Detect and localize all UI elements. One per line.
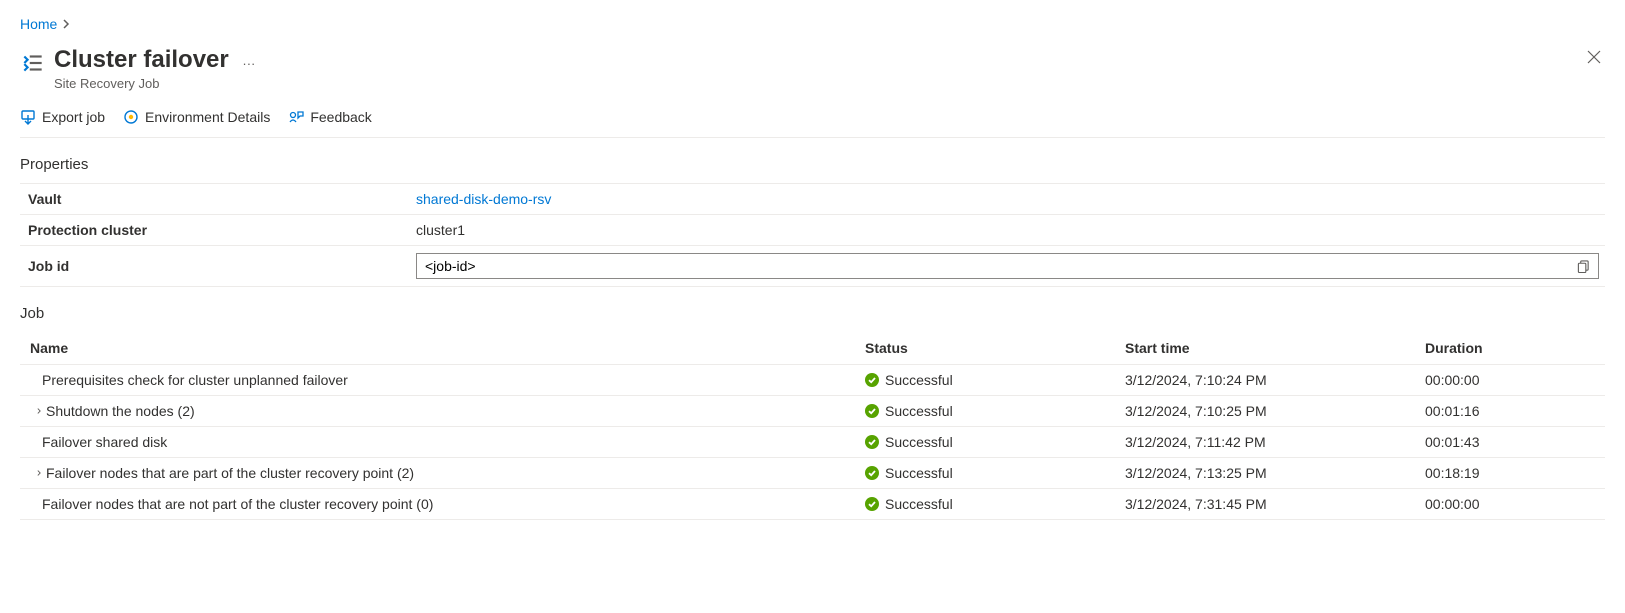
success-icon — [865, 497, 879, 511]
page-subtitle: Site Recovery Job — [54, 76, 255, 91]
success-icon — [865, 404, 879, 418]
table-row: Prerequisites check for cluster unplanne… — [20, 365, 1605, 396]
properties-table: Vault shared-disk-demo-rsv Protection cl… — [20, 183, 1605, 287]
job-step-status: Successful — [885, 465, 953, 481]
page-header: Cluster failover ··· Site Recovery Job — [20, 46, 1605, 91]
success-icon — [865, 435, 879, 449]
job-step-status: Successful — [885, 496, 953, 512]
job-step-duration: 00:01:43 — [1425, 434, 1605, 450]
job-step-name: Failover nodes that are part of the clus… — [46, 465, 414, 481]
job-step-status: Successful — [885, 403, 953, 419]
export-job-button[interactable]: Export job — [20, 109, 105, 125]
col-start-header: Start time — [1125, 340, 1425, 356]
table-row: Failover shared disk Successful 3/12/2024,… — [20, 427, 1605, 458]
job-step-name: Shutdown the nodes (2) — [46, 403, 195, 419]
table-row: Shutdown the nodes (2) Successful 3/12/202… — [20, 396, 1605, 427]
job-heading: Job — [20, 305, 1605, 322]
protection-cluster-label: Protection cluster — [26, 222, 416, 238]
col-name-header: Name — [20, 340, 865, 356]
feedback-label: Feedback — [310, 109, 371, 125]
job-table-header: Name Status Start time Duration — [20, 332, 1605, 365]
chevron-right-icon[interactable] — [30, 405, 42, 417]
job-step-start: 3/12/2024, 7:10:24 PM — [1125, 372, 1425, 388]
vault-link[interactable]: shared-disk-demo-rsv — [416, 191, 551, 207]
breadcrumb: Home — [20, 16, 1605, 32]
col-status-header: Status — [865, 340, 1125, 356]
job-step-start: 3/12/2024, 7:11:42 PM — [1125, 434, 1425, 450]
feedback-button[interactable]: Feedback — [288, 109, 371, 125]
job-step-status: Successful — [885, 372, 953, 388]
page-title: Cluster failover — [54, 46, 229, 74]
success-icon — [865, 373, 879, 387]
table-row: Failover nodes that are not part of the … — [20, 489, 1605, 520]
export-job-label: Export job — [42, 109, 105, 125]
job-step-start: 3/12/2024, 7:13:25 PM — [1125, 465, 1425, 481]
breadcrumb-home[interactable]: Home — [20, 16, 57, 32]
job-step-status: Successful — [885, 434, 953, 450]
col-duration-header: Duration — [1425, 340, 1605, 356]
environment-details-label: Environment Details — [145, 109, 270, 125]
job-step-start: 3/12/2024, 7:31:45 PM — [1125, 496, 1425, 512]
job-step-duration: 00:00:00 — [1425, 496, 1605, 512]
properties-heading: Properties — [20, 156, 1605, 173]
job-id-label: Job id — [26, 258, 416, 274]
job-step-start: 3/12/2024, 7:10:25 PM — [1125, 403, 1425, 419]
job-step-duration: 00:01:16 — [1425, 403, 1605, 419]
vault-label: Vault — [26, 191, 416, 207]
job-id-field[interactable] — [421, 258, 1572, 274]
protection-cluster-value: cluster1 — [416, 222, 1599, 238]
feedback-icon — [288, 109, 304, 125]
environment-icon — [123, 109, 139, 125]
environment-details-button[interactable]: Environment Details — [123, 109, 270, 125]
job-step-name: Failover shared disk — [42, 434, 167, 450]
more-button[interactable]: ··· — [242, 56, 255, 71]
job-step-name: Failover nodes that are not part of the … — [42, 496, 433, 512]
job-step-name: Prerequisites check for cluster unplanne… — [42, 372, 348, 388]
job-step-duration: 00:18:19 — [1425, 465, 1605, 481]
copy-button[interactable] — [1572, 255, 1594, 277]
job-step-duration: 00:00:00 — [1425, 372, 1605, 388]
chevron-right-icon — [61, 16, 71, 32]
chevron-right-icon[interactable] — [30, 467, 42, 479]
success-icon — [865, 466, 879, 480]
table-row: Failover nodes that are part of the clus… — [20, 458, 1605, 489]
job-table: Name Status Start time Duration Prerequi… — [20, 332, 1605, 520]
job-icon — [20, 50, 46, 76]
export-icon — [20, 109, 36, 125]
toolbar: Export job Environment Details Feedback — [20, 109, 1605, 138]
close-button[interactable] — [1583, 46, 1605, 68]
